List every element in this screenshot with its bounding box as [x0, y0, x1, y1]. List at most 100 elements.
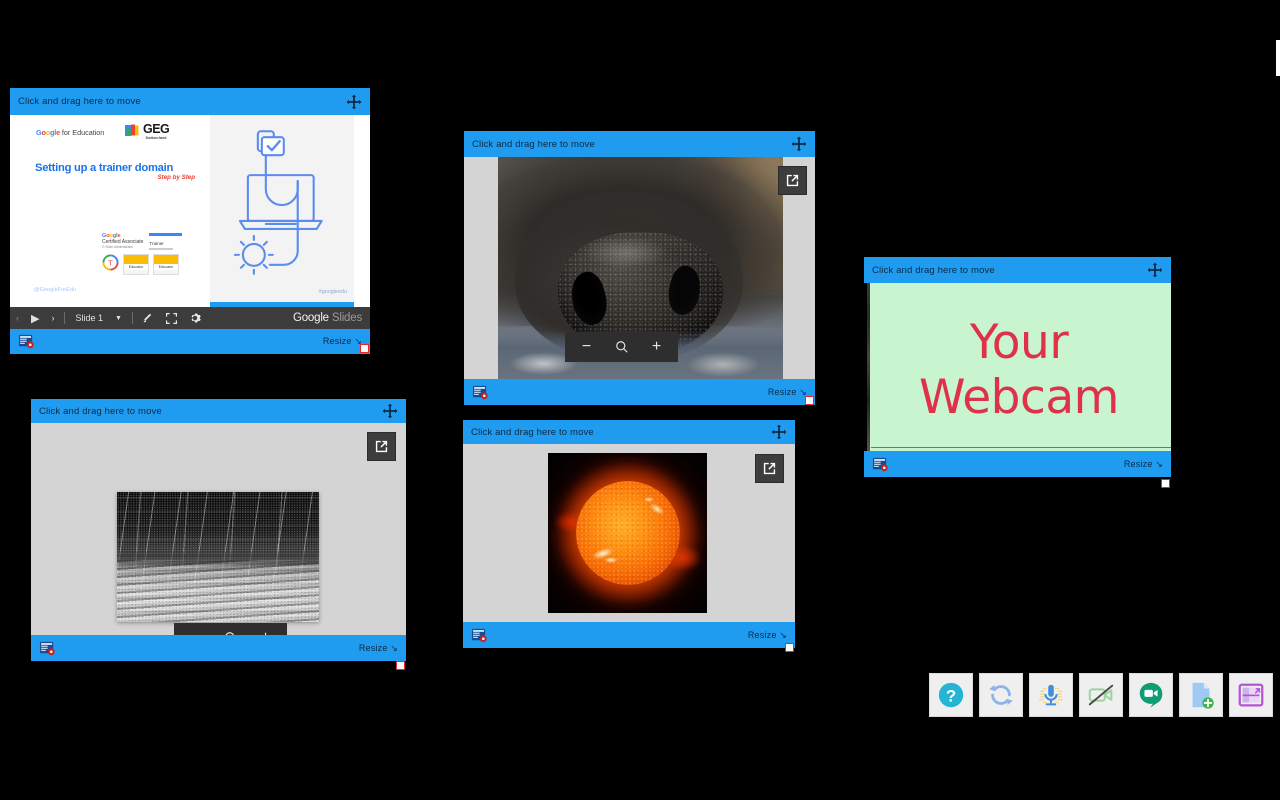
resize-grip[interactable]	[396, 661, 405, 670]
slides-panel-titlebar[interactable]: Click and drag here to move	[10, 88, 370, 115]
gear-icon[interactable]	[183, 307, 207, 329]
slide-illustration	[234, 130, 324, 275]
layout-button[interactable]	[1229, 673, 1273, 717]
screen-right-edge-artifact	[1276, 40, 1280, 76]
magnifier-icon[interactable]	[222, 628, 239, 635]
document-add-icon	[1192, 682, 1214, 709]
grayscale-image-panel[interactable]: Click and drag here to move Resize ↘	[31, 399, 406, 671]
educator-badge-1: Educator	[123, 254, 149, 275]
slide-canvas[interactable]: Google for Education GEG Switzerland Set…	[24, 115, 354, 307]
move-four-way-icon[interactable]	[382, 403, 398, 419]
chevron-down-icon[interactable]: ▼	[109, 307, 128, 329]
sun-panel-footer[interactable]: Resize ↘	[463, 622, 795, 648]
slides-brand: Google Slides	[293, 312, 370, 324]
sun-panel-body	[463, 444, 795, 622]
dog-panel-footer[interactable]: Resize ↘	[464, 379, 815, 405]
google-wordmark: Google	[36, 128, 60, 137]
refresh-button[interactable]	[979, 673, 1023, 717]
sun-resize-label[interactable]: Resize ↘	[748, 630, 787, 641]
document-record-icon[interactable]	[472, 384, 489, 401]
resize-grip[interactable]	[805, 396, 814, 405]
slides-prev-button[interactable]: ‹	[10, 307, 25, 329]
slide-subtitle: Step by Step	[157, 174, 195, 181]
rain-resize-label[interactable]: Resize ↘	[359, 643, 398, 654]
video-bubble-icon	[1139, 682, 1163, 708]
webcam-underline-artifact	[871, 447, 1171, 448]
document-record-icon[interactable]	[39, 640, 56, 657]
resize-grip[interactable]	[785, 643, 794, 652]
slides-next-button[interactable]: ›	[45, 307, 60, 329]
fullscreen-icon[interactable]	[160, 307, 183, 329]
slides-panel-move-label: Click and drag here to move	[18, 96, 141, 107]
rain-panel-footer[interactable]: Resize ↘	[31, 635, 406, 661]
slides-panel-body: Google for Education GEG Switzerland Set…	[10, 115, 370, 329]
resize-text: Resize	[322, 336, 352, 346]
toolbar-divider-1	[64, 312, 66, 324]
geg-book-icon	[125, 124, 139, 136]
window-layout-icon	[1238, 683, 1264, 707]
bottom-toolbar[interactable]: ?	[929, 673, 1273, 717]
slides-panel-footer[interactable]: Resize ↘	[10, 329, 370, 354]
screen-root: Click and drag here to move Google for E…	[0, 0, 1280, 800]
slides-slide-indicator[interactable]: Slide 1	[69, 307, 109, 329]
camera-off-button[interactable]	[1079, 673, 1123, 717]
refresh-icon	[989, 684, 1013, 706]
move-four-way-icon[interactable]	[771, 424, 787, 440]
new-document-button[interactable]	[1179, 673, 1223, 717]
laser-pointer-icon[interactable]	[137, 307, 160, 329]
zoom-controls[interactable]: − +	[565, 332, 678, 362]
zoom-controls[interactable]: − +	[174, 623, 287, 635]
cert-gsuite-label: G Suite Administrator	[102, 245, 134, 249]
magnifier-icon[interactable]	[613, 337, 630, 357]
move-four-way-icon[interactable]	[791, 136, 807, 152]
move-four-way-icon[interactable]	[346, 94, 362, 110]
dog-panel-move-label: Click and drag here to move	[472, 138, 595, 150]
cert-trainer-label: Trainer	[149, 241, 164, 246]
open-external-icon[interactable]	[367, 432, 396, 461]
slides-resize-label[interactable]: Resize ↘	[323, 336, 362, 347]
slides-play-button[interactable]: ▶	[25, 307, 45, 329]
rain-texture-image[interactable]	[117, 492, 319, 622]
open-external-icon[interactable]	[755, 454, 784, 483]
document-record-icon[interactable]	[18, 333, 35, 350]
help-button[interactable]: ?	[929, 673, 973, 717]
webcam-panel-body: Your Webcam	[864, 283, 1171, 451]
slides-brand-google: Google	[292, 312, 329, 324]
webcam-panel-move-label: Click and drag here to move	[872, 264, 995, 276]
plus-icon[interactable]: +	[648, 337, 665, 357]
meet-button[interactable]	[1129, 673, 1173, 717]
minus-icon[interactable]: −	[187, 628, 204, 636]
webcam-panel[interactable]: Click and drag here to move Your Webcam …	[864, 257, 1171, 489]
slide-right-pane: #googleedu	[210, 115, 354, 307]
open-external-icon[interactable]	[778, 166, 807, 195]
sun-panel-titlebar[interactable]: Click and drag here to move	[463, 420, 795, 444]
document-record-icon[interactable]	[872, 456, 889, 473]
microphone-button[interactable]	[1029, 673, 1073, 717]
webcam-video-surface[interactable]: Your Webcam	[867, 283, 1171, 451]
move-four-way-icon[interactable]	[1147, 262, 1163, 278]
document-record-icon[interactable]	[471, 627, 488, 644]
sun-panel-move-label: Click and drag here to move	[471, 426, 594, 438]
webcam-panel-titlebar[interactable]: Click and drag here to move	[864, 257, 1171, 283]
minus-icon[interactable]: −	[578, 337, 595, 357]
webcam-panel-footer[interactable]: Resize ↘	[864, 451, 1171, 477]
dog-resize-label[interactable]: Resize ↘	[768, 387, 807, 398]
camera-off-icon	[1088, 684, 1114, 706]
resize-grip[interactable]	[1161, 479, 1170, 488]
rain-panel-titlebar[interactable]: Click and drag here to move	[31, 399, 406, 423]
help-circle-icon: ?	[938, 682, 964, 708]
resize-text: Resize	[358, 642, 388, 653]
rain-panel-move-label: Click and drag here to move	[39, 405, 162, 417]
sun-image[interactable]	[548, 453, 707, 613]
dog-nose-image-panel[interactable]: Click and drag here to move − + Resize ↘	[464, 131, 815, 406]
webcam-resize-label[interactable]: Resize ↘	[1124, 459, 1163, 470]
resize-text: Resize	[767, 386, 797, 397]
google-slides-panel[interactable]: Click and drag here to move Google for E…	[10, 88, 370, 354]
webcam-placeholder-text: Your Webcam	[919, 315, 1119, 425]
educator-badge-2: Educator	[153, 254, 179, 275]
dog-panel-titlebar[interactable]: Click and drag here to move	[464, 131, 815, 157]
sun-image-panel[interactable]: Click and drag here to move Resize ↘	[463, 420, 795, 653]
resize-grip[interactable]	[360, 344, 369, 353]
plus-icon[interactable]: +	[257, 628, 274, 636]
slides-toolbar[interactable]: ‹ ▶ › Slide 1 ▼ Google Slides	[10, 307, 370, 329]
